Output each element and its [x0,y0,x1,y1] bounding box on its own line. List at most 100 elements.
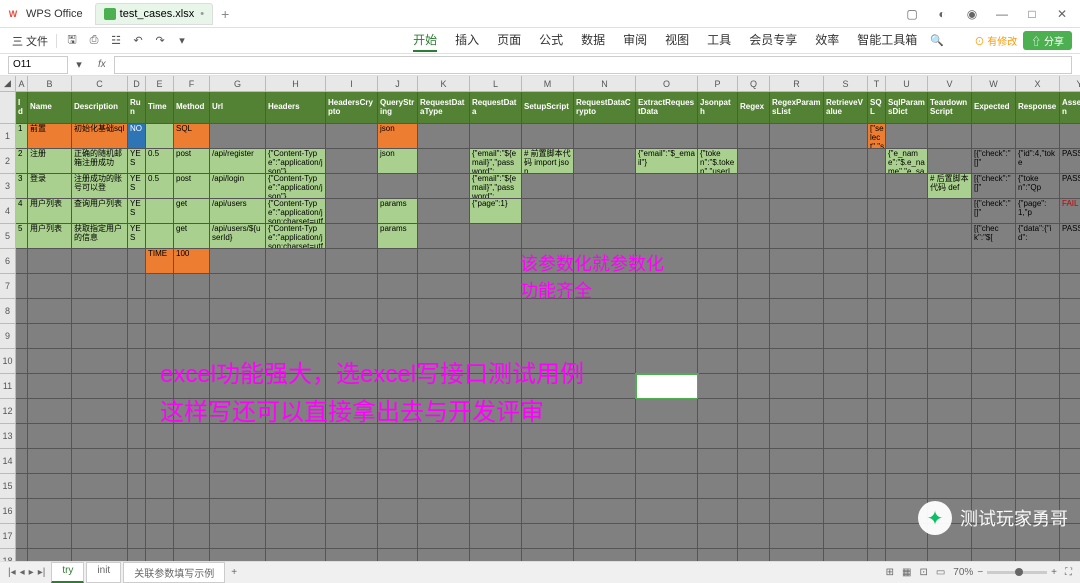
cell[interactable] [210,524,266,549]
cell[interactable] [266,524,326,549]
cell[interactable]: json [378,149,418,174]
cell[interactable] [770,174,824,199]
cell[interactable]: 获取指定用户的信息 [72,224,128,249]
cell[interactable] [174,299,210,324]
cell[interactable] [210,299,266,324]
cell[interactable] [928,424,972,449]
col-header[interactable]: Y [1060,76,1080,92]
cell[interactable] [28,349,72,374]
cell[interactable] [770,499,824,524]
dropdown-icon[interactable]: ▾ [174,33,190,49]
select-all-corner[interactable]: ◢ [0,76,16,92]
cell[interactable]: /api/login [210,174,266,199]
cell[interactable] [770,199,824,224]
cell[interactable] [698,124,738,149]
cell[interactable] [868,149,886,174]
cell[interactable]: 注册成功的账号可以登 [72,174,128,199]
cell[interactable] [522,299,574,324]
cell[interactable] [636,174,698,199]
cell[interactable]: PASS [1060,224,1080,249]
save-icon[interactable]: 🖫 [64,33,80,49]
cell[interactable]: 2 [16,149,28,174]
cell[interactable] [266,449,326,474]
cell[interactable] [770,524,824,549]
fx-icon[interactable]: fx [98,59,106,70]
cell[interactable] [174,424,210,449]
cell[interactable] [886,249,928,274]
cell[interactable]: RequestData [470,92,522,124]
menu-tab-智能工具箱[interactable]: 智能工具箱 [857,29,917,52]
cell[interactable] [824,424,868,449]
cell[interactable] [868,524,886,549]
view-reading-icon[interactable]: ▭ [936,567,945,578]
cell[interactable] [470,224,522,249]
cell[interactable] [16,374,28,399]
menu-tab-审阅[interactable]: 审阅 [623,29,647,52]
cell[interactable] [378,174,418,199]
cell[interactable] [128,499,146,524]
cell[interactable]: Id [16,92,28,124]
cell[interactable]: 100 [174,249,210,274]
preview-icon[interactable]: ☳ [108,33,124,49]
cell[interactable] [972,449,1016,474]
cell[interactable]: 查询用户列表 [72,199,128,224]
cell[interactable] [1060,549,1080,561]
cell[interactable] [738,249,770,274]
cell[interactable] [266,399,326,424]
cell[interactable]: 注册 [28,149,72,174]
menu-tab-视图[interactable]: 视图 [665,29,689,52]
row-header[interactable]: 8 [0,299,16,324]
col-header[interactable]: J [378,76,418,92]
cell[interactable]: params [378,224,418,249]
share-button[interactable]: ⇧ 分享 [1023,31,1072,50]
cell[interactable] [418,174,470,199]
cell[interactable] [16,324,28,349]
cell[interactable] [210,399,266,424]
cell[interactable] [698,174,738,199]
cell[interactable]: Name [28,92,72,124]
cell[interactable] [868,474,886,499]
cell[interactable] [266,499,326,524]
cell[interactable] [470,374,522,399]
menu-tab-开始[interactable]: 开始 [413,29,437,52]
cell[interactable] [266,374,326,399]
row-header[interactable]: 10 [0,349,16,374]
cell[interactable] [470,449,522,474]
cell[interactable]: Regex [738,92,770,124]
col-header[interactable]: A [16,76,28,92]
cell[interactable] [146,549,174,561]
cell[interactable] [470,474,522,499]
cell[interactable] [418,374,470,399]
cell[interactable] [698,399,738,424]
maximize-button[interactable]: □ [1022,4,1042,24]
cell[interactable] [868,324,886,349]
cell[interactable]: 1 [16,124,28,149]
cell[interactable]: QueryString [378,92,418,124]
cell[interactable] [174,549,210,561]
cell[interactable] [266,549,326,561]
cell[interactable] [972,299,1016,324]
col-header[interactable]: X [1016,76,1060,92]
cell[interactable] [972,349,1016,374]
cell[interactable]: ["select","sel [868,124,886,149]
cell[interactable] [574,124,636,149]
cell[interactable] [770,224,824,249]
cell[interactable] [378,374,418,399]
cell[interactable] [378,474,418,499]
row-header[interactable]: 15 [0,474,16,499]
cell[interactable] [1060,374,1080,399]
cell[interactable]: PASS [1060,149,1080,174]
cell[interactable]: TeardownScript [928,92,972,124]
cell[interactable] [1060,349,1080,374]
cell[interactable] [326,524,378,549]
cell[interactable]: FAIL [1060,199,1080,224]
cell[interactable] [636,499,698,524]
cell[interactable] [16,524,28,549]
cell[interactable] [868,174,886,199]
cell[interactable] [698,224,738,249]
cell[interactable]: Response [1016,92,1060,124]
cell[interactable] [770,549,824,561]
cell[interactable] [636,299,698,324]
cell[interactable] [378,549,418,561]
col-header[interactable]: L [470,76,522,92]
